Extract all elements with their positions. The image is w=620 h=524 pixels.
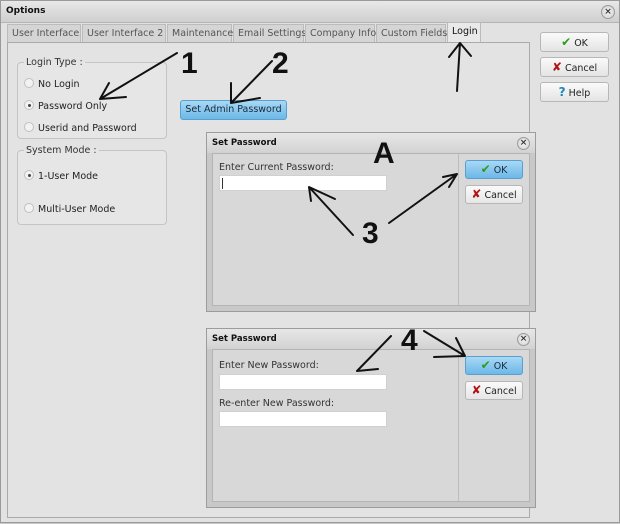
dialog-title: Set Password: [212, 334, 277, 344]
window-title: Options: [6, 6, 46, 16]
title-bar: Options ×: [1, 1, 619, 23]
dialog-separator: [458, 350, 459, 501]
x-icon: ✘: [471, 383, 482, 397]
window-close-icon[interactable]: ×: [601, 5, 615, 19]
radio-password-only[interactable]: Password Only: [24, 100, 107, 114]
system-mode-legend: System Mode :: [26, 145, 97, 156]
radio-no-login[interactable]: No Login: [24, 78, 80, 92]
annotation-4: 4: [401, 324, 418, 357]
radio-icon: [24, 203, 34, 213]
current-password-input[interactable]: [219, 175, 387, 191]
checkmark-icon: ✔: [480, 162, 491, 176]
annotation-a: A: [373, 137, 395, 170]
question-icon: ?: [558, 85, 566, 99]
dialog-cancel-button[interactable]: ✘ Cancel: [465, 185, 523, 204]
tab-maintenance[interactable]: Maintenance: [167, 24, 233, 43]
dialog-separator: [458, 154, 459, 305]
reenter-password-input[interactable]: [219, 411, 387, 427]
tab-user-interface[interactable]: User Interface: [7, 24, 81, 43]
tab-custom-fields[interactable]: Custom Fields: [376, 24, 447, 43]
dialog-close-icon[interactable]: ×: [517, 333, 530, 346]
system-mode-group: System Mode : 1-User Mode Multi-User Mod…: [17, 145, 167, 225]
dialog-ok-button[interactable]: ✔ OK: [465, 160, 523, 179]
tab-company-info[interactable]: Company Info: [305, 24, 376, 43]
ok-button[interactable]: ✔ OK: [540, 32, 609, 52]
dialog-body: Enter New Password: Re-enter New Passwor…: [212, 349, 530, 502]
annotation-3: 3: [362, 217, 379, 250]
annotation-1: 1: [181, 47, 198, 80]
cancel-button[interactable]: ✘ Cancel: [540, 57, 609, 77]
dialog-cancel-button[interactable]: ✘ Cancel: [465, 381, 523, 400]
dialog-title-bar: Set Password ×: [207, 329, 535, 349]
radio-checked-icon: [24, 100, 34, 110]
annotation-2: 2: [272, 47, 289, 80]
radio-icon: [24, 122, 34, 132]
checkmark-icon: ✔: [561, 35, 572, 49]
options-window: Options × User Interface User Interface …: [0, 0, 620, 523]
dialog-title: Set Password: [212, 138, 277, 148]
radio-userid-and-password[interactable]: Userid and Password: [24, 122, 137, 136]
current-password-label: Enter Current Password:: [219, 162, 334, 173]
text-caret: [222, 178, 223, 189]
dialog-title-bar: Set Password ×: [207, 133, 535, 153]
tab-login[interactable]: Login: [447, 22, 481, 43]
tab-user-interface-2[interactable]: User Interface 2: [82, 24, 166, 43]
dialog-ok-button[interactable]: ✔ OK: [465, 356, 523, 375]
help-button[interactable]: ? Help: [540, 82, 609, 102]
login-type-group: Login Type : No Login Password Only User…: [17, 57, 167, 139]
set-admin-password-button[interactable]: Set Admin Password: [180, 100, 287, 120]
tab-email-settings[interactable]: Email Settings: [233, 24, 306, 43]
radio-1-user-mode[interactable]: 1-User Mode: [24, 170, 98, 184]
x-icon: ✘: [551, 60, 562, 74]
radio-icon: [24, 78, 34, 88]
login-type-legend: Login Type :: [26, 57, 83, 68]
x-icon: ✘: [471, 187, 482, 201]
reenter-password-label: Re-enter New Password:: [219, 398, 335, 409]
new-password-input[interactable]: [219, 374, 387, 390]
new-password-label: Enter New Password:: [219, 360, 319, 371]
checkmark-icon: ✔: [480, 358, 491, 372]
radio-multi-user-mode[interactable]: Multi-User Mode: [24, 203, 115, 217]
radio-checked-icon: [24, 170, 34, 180]
dialog-close-icon[interactable]: ×: [517, 137, 530, 150]
set-password-dialog-new: Set Password × Enter New Password: Re-en…: [206, 328, 536, 508]
